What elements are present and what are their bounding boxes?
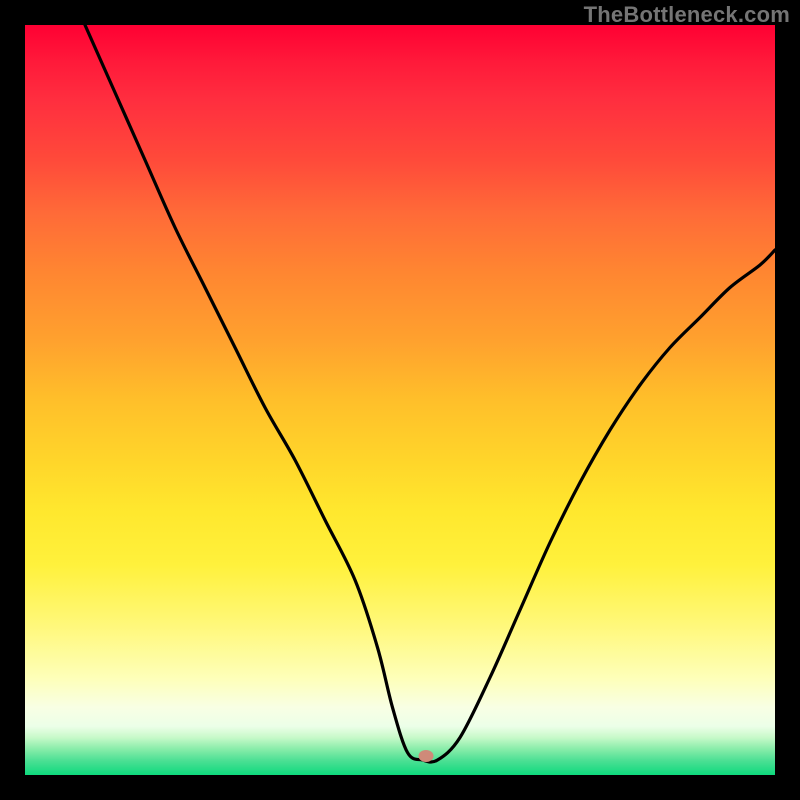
plot-area bbox=[25, 25, 775, 775]
optimal-point-marker bbox=[419, 750, 434, 762]
chart-frame: TheBottleneck.com bbox=[0, 0, 800, 800]
bottleneck-curve bbox=[25, 25, 775, 775]
